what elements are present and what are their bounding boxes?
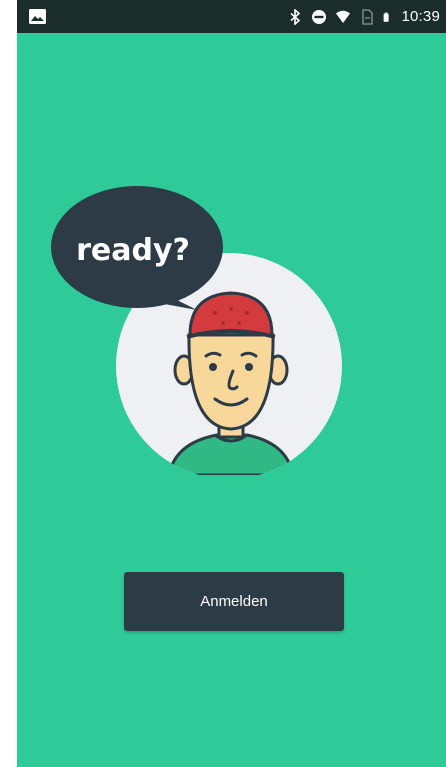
wifi-icon bbox=[336, 10, 351, 23]
battery-icon bbox=[384, 12, 390, 22]
status-icons: 10:39 bbox=[287, 0, 440, 33]
bluetooth-icon bbox=[290, 8, 301, 25]
ready-illustration: ready? bbox=[51, 186, 342, 475]
image-notification-icon bbox=[29, 9, 46, 24]
login-button[interactable]: Anmelden bbox=[124, 572, 344, 631]
sim-icon bbox=[362, 8, 374, 25]
status-bar: 10:39 bbox=[17, 0, 446, 33]
app-screen: 10:39 ready? Anmelden bbox=[17, 0, 446, 767]
do-not-disturb-icon bbox=[312, 9, 327, 24]
status-time: 10:39 bbox=[401, 8, 440, 25]
speech-bubble-text: ready? bbox=[76, 233, 190, 268]
